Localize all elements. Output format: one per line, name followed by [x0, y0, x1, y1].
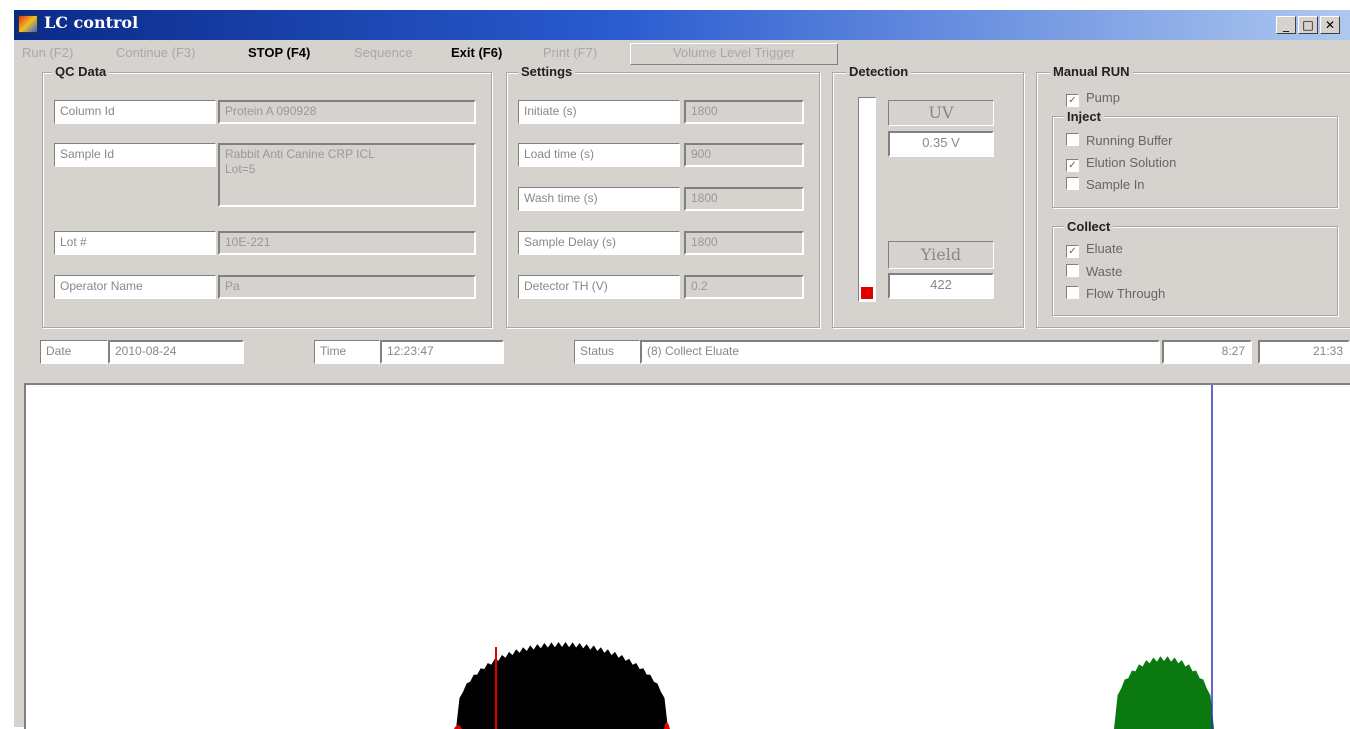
- menu-sequence[interactable]: Sequence: [354, 45, 413, 60]
- pump-checkbox[interactable]: ✓ Pump: [1066, 90, 1120, 107]
- menu-stop[interactable]: STOP (F4): [248, 45, 310, 60]
- detector-th-label: Detector TH (V): [518, 275, 680, 299]
- flow-through-checkbox[interactable]: Flow Through: [1066, 286, 1165, 301]
- detection-level-fill: [861, 287, 873, 299]
- detector-th-field[interactable]: 0.2: [684, 275, 804, 299]
- status-field: (8) Collect Eluate: [640, 340, 1160, 364]
- yield-value: 422: [888, 273, 994, 299]
- waste-label: Waste: [1086, 264, 1123, 279]
- checkbox-box[interactable]: [1066, 264, 1079, 277]
- menu-run[interactable]: Run (F2): [22, 45, 73, 60]
- column-id-field[interactable]: Protein A 090928: [218, 100, 476, 124]
- time-label: Time: [314, 340, 380, 364]
- running-buffer-label: Running Buffer: [1086, 133, 1173, 148]
- app-icon: [18, 15, 38, 33]
- elution-solution-label: Elution Solution: [1086, 155, 1177, 170]
- flow-through-label: Flow Through: [1086, 286, 1166, 301]
- detection-level-bar: [858, 97, 876, 302]
- sample-in-checkbox[interactable]: Sample In: [1066, 177, 1145, 192]
- minimize-button[interactable]: _: [1276, 16, 1296, 34]
- column-id-label: Column Id: [54, 100, 216, 124]
- inject-legend: Inject: [1064, 109, 1104, 124]
- menu-bar: Run (F2) Continue (F3) STOP (F4) Sequenc…: [14, 42, 914, 65]
- status-label: Status: [574, 340, 640, 364]
- wash-time-label: Wash time (s): [518, 187, 680, 211]
- yield-label: Yield: [888, 241, 994, 269]
- waste-checkbox[interactable]: Waste: [1066, 264, 1122, 279]
- date-label: Date: [40, 340, 108, 364]
- running-buffer-checkbox[interactable]: Running Buffer: [1066, 133, 1173, 148]
- window-title: LC control: [44, 13, 139, 32]
- sample-delay-label: Sample Delay (s): [518, 231, 680, 255]
- sample-id-label: Sample Id: [54, 143, 216, 167]
- peak-2: [1114, 656, 1214, 729]
- maximize-button[interactable]: □: [1298, 16, 1318, 34]
- eluate-checkbox[interactable]: ✓ Eluate: [1066, 241, 1123, 258]
- remaining-time-field: 21:33: [1258, 340, 1350, 364]
- close-button[interactable]: ✕: [1320, 16, 1340, 34]
- load-time-label: Load time (s): [518, 143, 680, 167]
- checkbox-box[interactable]: ✓: [1066, 159, 1079, 172]
- checkbox-box[interactable]: [1066, 177, 1079, 190]
- lot-label: Lot #: [54, 231, 216, 255]
- checkbox-box[interactable]: [1066, 133, 1079, 146]
- sample-id-line-2: Lot=5: [225, 162, 256, 176]
- sample-in-label: Sample In: [1086, 177, 1145, 192]
- chromatogram-svg: [454, 385, 1214, 729]
- sample-id-line-1: Rabbit Anti Canine CRP ICL: [225, 147, 375, 161]
- settings-legend: Settings: [518, 64, 576, 79]
- load-time-field[interactable]: 900: [684, 143, 804, 167]
- initiate-label: Initiate (s): [518, 100, 680, 124]
- menu-continue[interactable]: Continue (F3): [116, 45, 195, 60]
- detection-legend: Detection: [846, 64, 912, 79]
- qc-data-legend: QC Data: [52, 64, 110, 79]
- checkbox-box[interactable]: ✓: [1066, 94, 1079, 107]
- elapsed-time-field: 8:27: [1162, 340, 1252, 364]
- wash-time-field[interactable]: 1800: [684, 187, 804, 211]
- sample-id-field[interactable]: Rabbit Anti Canine CRP ICL Lot=5: [218, 143, 476, 207]
- collect-legend: Collect: [1064, 219, 1114, 234]
- lot-field[interactable]: 10E-221: [218, 231, 476, 255]
- uv-value: 0.35 V: [888, 131, 994, 157]
- time-field: 12:23:47: [380, 340, 504, 364]
- menu-print[interactable]: Print (F7): [543, 45, 597, 60]
- title-bar: LC control _ □ ✕: [14, 10, 1350, 40]
- elution-solution-checkbox[interactable]: ✓ Elution Solution: [1066, 155, 1176, 172]
- sample-delay-field[interactable]: 1800: [684, 231, 804, 255]
- operator-name-field[interactable]: Pa: [218, 275, 476, 299]
- operator-name-label: Operator Name: [54, 275, 216, 299]
- checkbox-box[interactable]: ✓: [1066, 245, 1079, 258]
- checkbox-box[interactable]: [1066, 286, 1079, 299]
- initiate-field[interactable]: 1800: [684, 100, 804, 124]
- eluate-label: Eluate: [1086, 241, 1123, 256]
- manual-run-legend: Manual RUN: [1050, 64, 1133, 79]
- chromatogram-plot: [24, 383, 1350, 729]
- peak-1: [456, 642, 668, 729]
- volume-level-trigger-button[interactable]: Volume Level Trigger: [630, 43, 838, 65]
- pump-label: Pump: [1086, 90, 1120, 105]
- menu-exit[interactable]: Exit (F6): [451, 45, 502, 60]
- uv-label: UV: [888, 100, 994, 126]
- date-field: 2010-08-24: [108, 340, 244, 364]
